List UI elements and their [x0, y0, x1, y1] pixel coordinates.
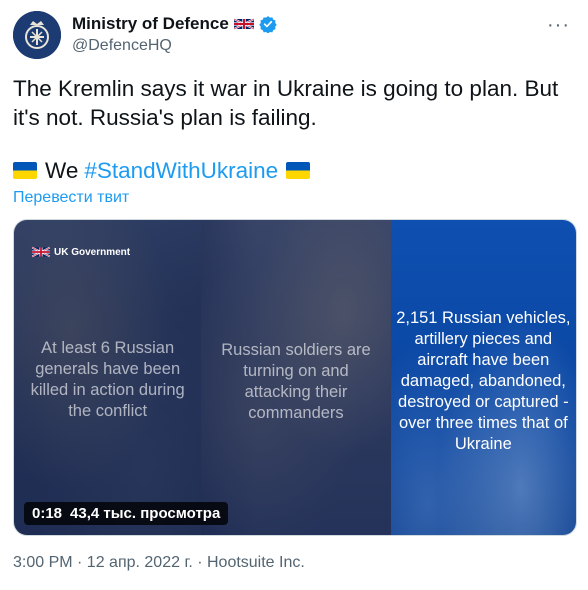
ukgov-logo-text: UK Government	[54, 246, 131, 258]
user-handle[interactable]: @DefenceHQ	[72, 37, 172, 55]
display-name[interactable]: Ministry of Defence	[72, 14, 229, 34]
ukraine-flag-icon	[13, 162, 37, 179]
hashtag-link[interactable]: #StandWithUkraine	[84, 156, 278, 185]
video-time: 0:18	[32, 505, 63, 522]
crest-icon	[13, 11, 61, 59]
media-caption-2: Russian soldiers are turning on and atta…	[221, 341, 371, 422]
verified-icon	[259, 16, 277, 33]
media-caption-3: 2,151 Russian vehicles, artillery pieces…	[396, 309, 571, 453]
ukraine-flag-icon	[286, 162, 311, 179]
name-row: Ministry of Defence	[72, 14, 277, 34]
ukgov-logo: UK Government	[32, 246, 130, 258]
view-count: 43,4 тыс. просмотра	[70, 505, 221, 522]
ukgov-flag-icon	[32, 246, 50, 258]
media-panel-2: Russian soldiers are turning on and atta…	[201, 220, 391, 535]
media-caption-1: At least 6 Russian generals have been ki…	[30, 339, 185, 420]
avatar[interactable]	[13, 11, 61, 59]
tweet-meta[interactable]: 3:00 PM · 12 апр. 2022 г. · Hootsuite In…	[13, 554, 305, 572]
media-panel-1: UK Government At least 6 Russian general…	[14, 220, 202, 535]
more-options-button[interactable]: ···	[547, 15, 570, 35]
video-media[interactable]: UK Government At least 6 Russian general…	[13, 219, 577, 536]
tweet: Ministry of Defence @DefenceHQ ··· The K…	[0, 0, 588, 590]
translate-link[interactable]: Перевести твит	[13, 189, 129, 207]
we-word: We	[45, 158, 79, 183]
hashtag-line: We #StandWithUkraine	[13, 156, 311, 185]
video-info-pill: 0:18 43,4 тыс. просмотра	[24, 502, 229, 525]
uk-flag-icon	[233, 18, 254, 30]
tweet-text: The Kremlin says it war in Ukraine is go…	[13, 76, 559, 130]
media-panel-3: 2,151 Russian vehicles, artillery pieces…	[390, 220, 576, 535]
